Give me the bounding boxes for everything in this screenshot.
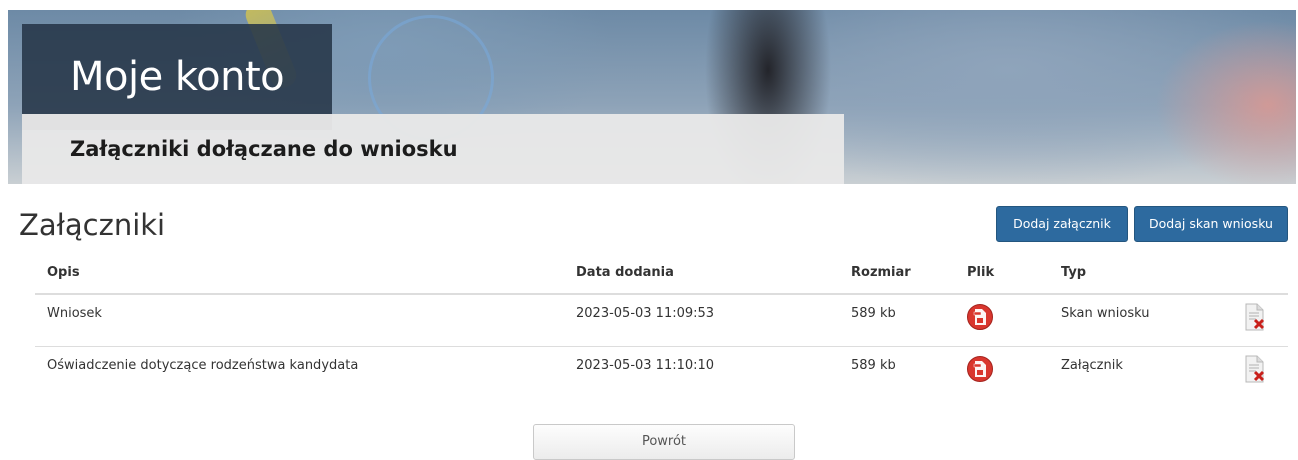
table-row: Oświadczenie dotyczące rodzeństwa kandyd… — [35, 346, 1288, 398]
cell-actions — [1231, 294, 1288, 347]
page-banner: Moje konto Załączniki dołączane do wnios… — [8, 10, 1296, 184]
cell-rozmiar: 589 kb — [839, 294, 955, 347]
back-button[interactable]: Powrót — [533, 424, 795, 460]
pdf-icon[interactable] — [967, 304, 993, 330]
cell-data: 2023-05-03 11:09:53 — [564, 294, 839, 347]
cell-plik — [955, 294, 1049, 347]
cell-actions — [1231, 346, 1288, 398]
pdf-icon[interactable] — [967, 355, 993, 382]
attachments-table: Opis Data dodania Rozmiar Plik Typ Wnios… — [35, 252, 1288, 398]
page-subtitle: Załączniki dołączane do wniosku — [70, 137, 458, 161]
column-header-plik: Plik — [955, 252, 1049, 295]
cell-typ: Załącznik — [1061, 357, 1123, 373]
cell-rozmiar: 589 kb — [851, 357, 896, 373]
column-header-opis: Opis — [35, 252, 564, 295]
cell-plik — [955, 346, 1049, 398]
add-attachment-button[interactable]: Dodaj załącznik — [996, 206, 1128, 242]
delete-document-icon[interactable] — [1243, 355, 1267, 383]
cell-data: 2023-05-03 11:10:10 — [576, 357, 715, 373]
column-header-rozmiar: Rozmiar — [839, 252, 955, 295]
table-header-row: Opis Data dodania Rozmiar Plik Typ — [35, 252, 1288, 295]
column-header-data: Data dodania — [564, 252, 839, 295]
column-header-actions — [1231, 252, 1288, 295]
banner-subtitle-box: Załączniki dołączane do wniosku — [22, 114, 844, 184]
section-heading: Załączniki — [19, 208, 166, 242]
table-row: Wniosek 2023-05-03 11:09:53 589 kb Skan … — [35, 294, 1288, 347]
column-header-typ: Typ — [1049, 252, 1231, 295]
delete-document-icon[interactable] — [1243, 303, 1267, 331]
cell-opis: Wniosek — [35, 294, 564, 347]
cell-opis: Oświadczenie dotyczące rodzeństwa kandyd… — [47, 357, 359, 373]
cell-typ: Skan wniosku — [1049, 294, 1231, 347]
add-scan-button[interactable]: Dodaj skan wniosku — [1134, 206, 1288, 242]
page-title: Moje konto — [70, 54, 285, 100]
